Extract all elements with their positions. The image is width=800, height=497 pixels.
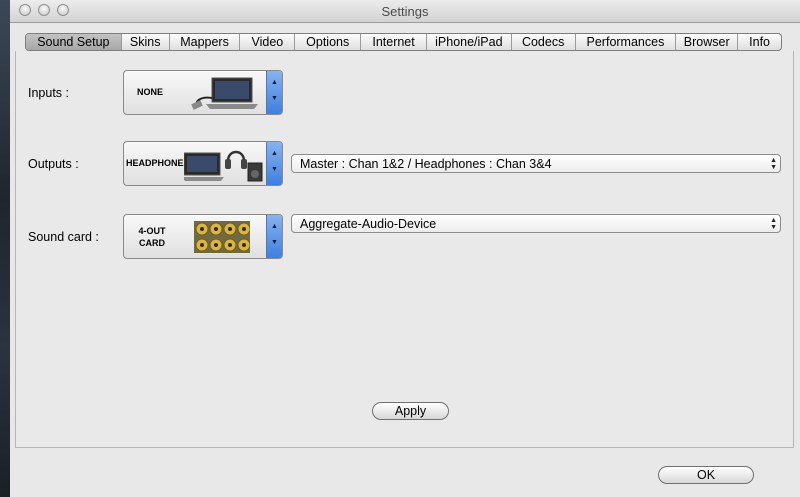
outputs-select-value: Master : Chan 1&2 / Headphones : Chan 3&… (300, 157, 552, 171)
stepper-up-icon: ▲ (271, 150, 278, 157)
inputs-picker-text: NONE (136, 87, 163, 97)
tab-performances[interactable]: Performances (576, 34, 677, 50)
sound-card-stepper[interactable]: ▲ ▼ (266, 215, 282, 258)
sound-card-picker-text-line1: 4-OUT (138, 226, 166, 236)
tab-video[interactable]: Video (240, 34, 296, 50)
sound-card-select-value: Aggregate-Audio-Device (300, 217, 437, 231)
tab-codecs[interactable]: Codecs (512, 34, 576, 50)
settings-window: Settings Sound Setup Skins Mappers Video… (10, 0, 800, 497)
inputs-label: Inputs : (28, 86, 69, 100)
stepper-up-icon: ▲ (271, 223, 278, 230)
outputs-picker-text: HEADPHONES (126, 158, 190, 168)
apply-button[interactable]: Apply (372, 402, 449, 420)
tab-browser[interactable]: Browser (676, 34, 739, 50)
stepper-down-icon: ▼ (271, 239, 278, 246)
tab-skins[interactable]: Skins (122, 34, 170, 50)
select-arrows-icon: ▲ ▼ (770, 217, 777, 231)
inputs-picker[interactable]: NONE ▲ ▼ (123, 70, 283, 115)
outputs-channel-select[interactable]: Master : Chan 1&2 / Headphones : Chan 3&… (291, 154, 781, 173)
outputs-label: Outputs : (28, 157, 79, 171)
window-title: Settings (381, 4, 429, 19)
laptop-headphones-speaker-icon (184, 150, 263, 182)
rca-connectors-icon (194, 221, 250, 253)
stepper-down-icon: ▼ (271, 166, 278, 173)
stepper-down-icon: ▼ (271, 95, 278, 102)
sound-card-picker-text-line2: CARD (139, 238, 165, 248)
tab-sound-setup[interactable]: Sound Setup (26, 34, 122, 50)
tab-options[interactable]: Options (295, 34, 362, 50)
stepper-up-icon: ▲ (271, 79, 278, 86)
outputs-picker[interactable]: HEADPHONES ▲ ▼ (123, 141, 283, 186)
ok-button[interactable]: OK (658, 466, 754, 484)
sound-card-select[interactable]: Aggregate-Audio-Device ▲ ▼ (291, 214, 781, 233)
settings-tab-bar: Sound Setup Skins Mappers Video Options … (25, 33, 782, 51)
inputs-stepper[interactable]: ▲ ▼ (266, 71, 282, 114)
tab-info[interactable]: Info (738, 34, 781, 50)
sound-setup-panel: Inputs : NONE ▲ ▼ Outputs : HEADPHONES ▲… (15, 51, 794, 448)
outputs-stepper[interactable]: ▲ ▼ (266, 142, 282, 185)
laptop-with-cable-icon (191, 77, 258, 110)
title-bar: Settings (10, 0, 800, 23)
tab-internet[interactable]: Internet (361, 34, 427, 50)
tab-iphone-ipad[interactable]: iPhone/iPad (427, 34, 512, 50)
select-arrows-icon: ▲ ▼ (770, 157, 777, 171)
tab-mappers[interactable]: Mappers (170, 34, 241, 50)
sound-card-label: Sound card : (28, 230, 99, 244)
sound-card-picker[interactable]: 4-OUT CARD ▲ ▼ (123, 214, 283, 259)
